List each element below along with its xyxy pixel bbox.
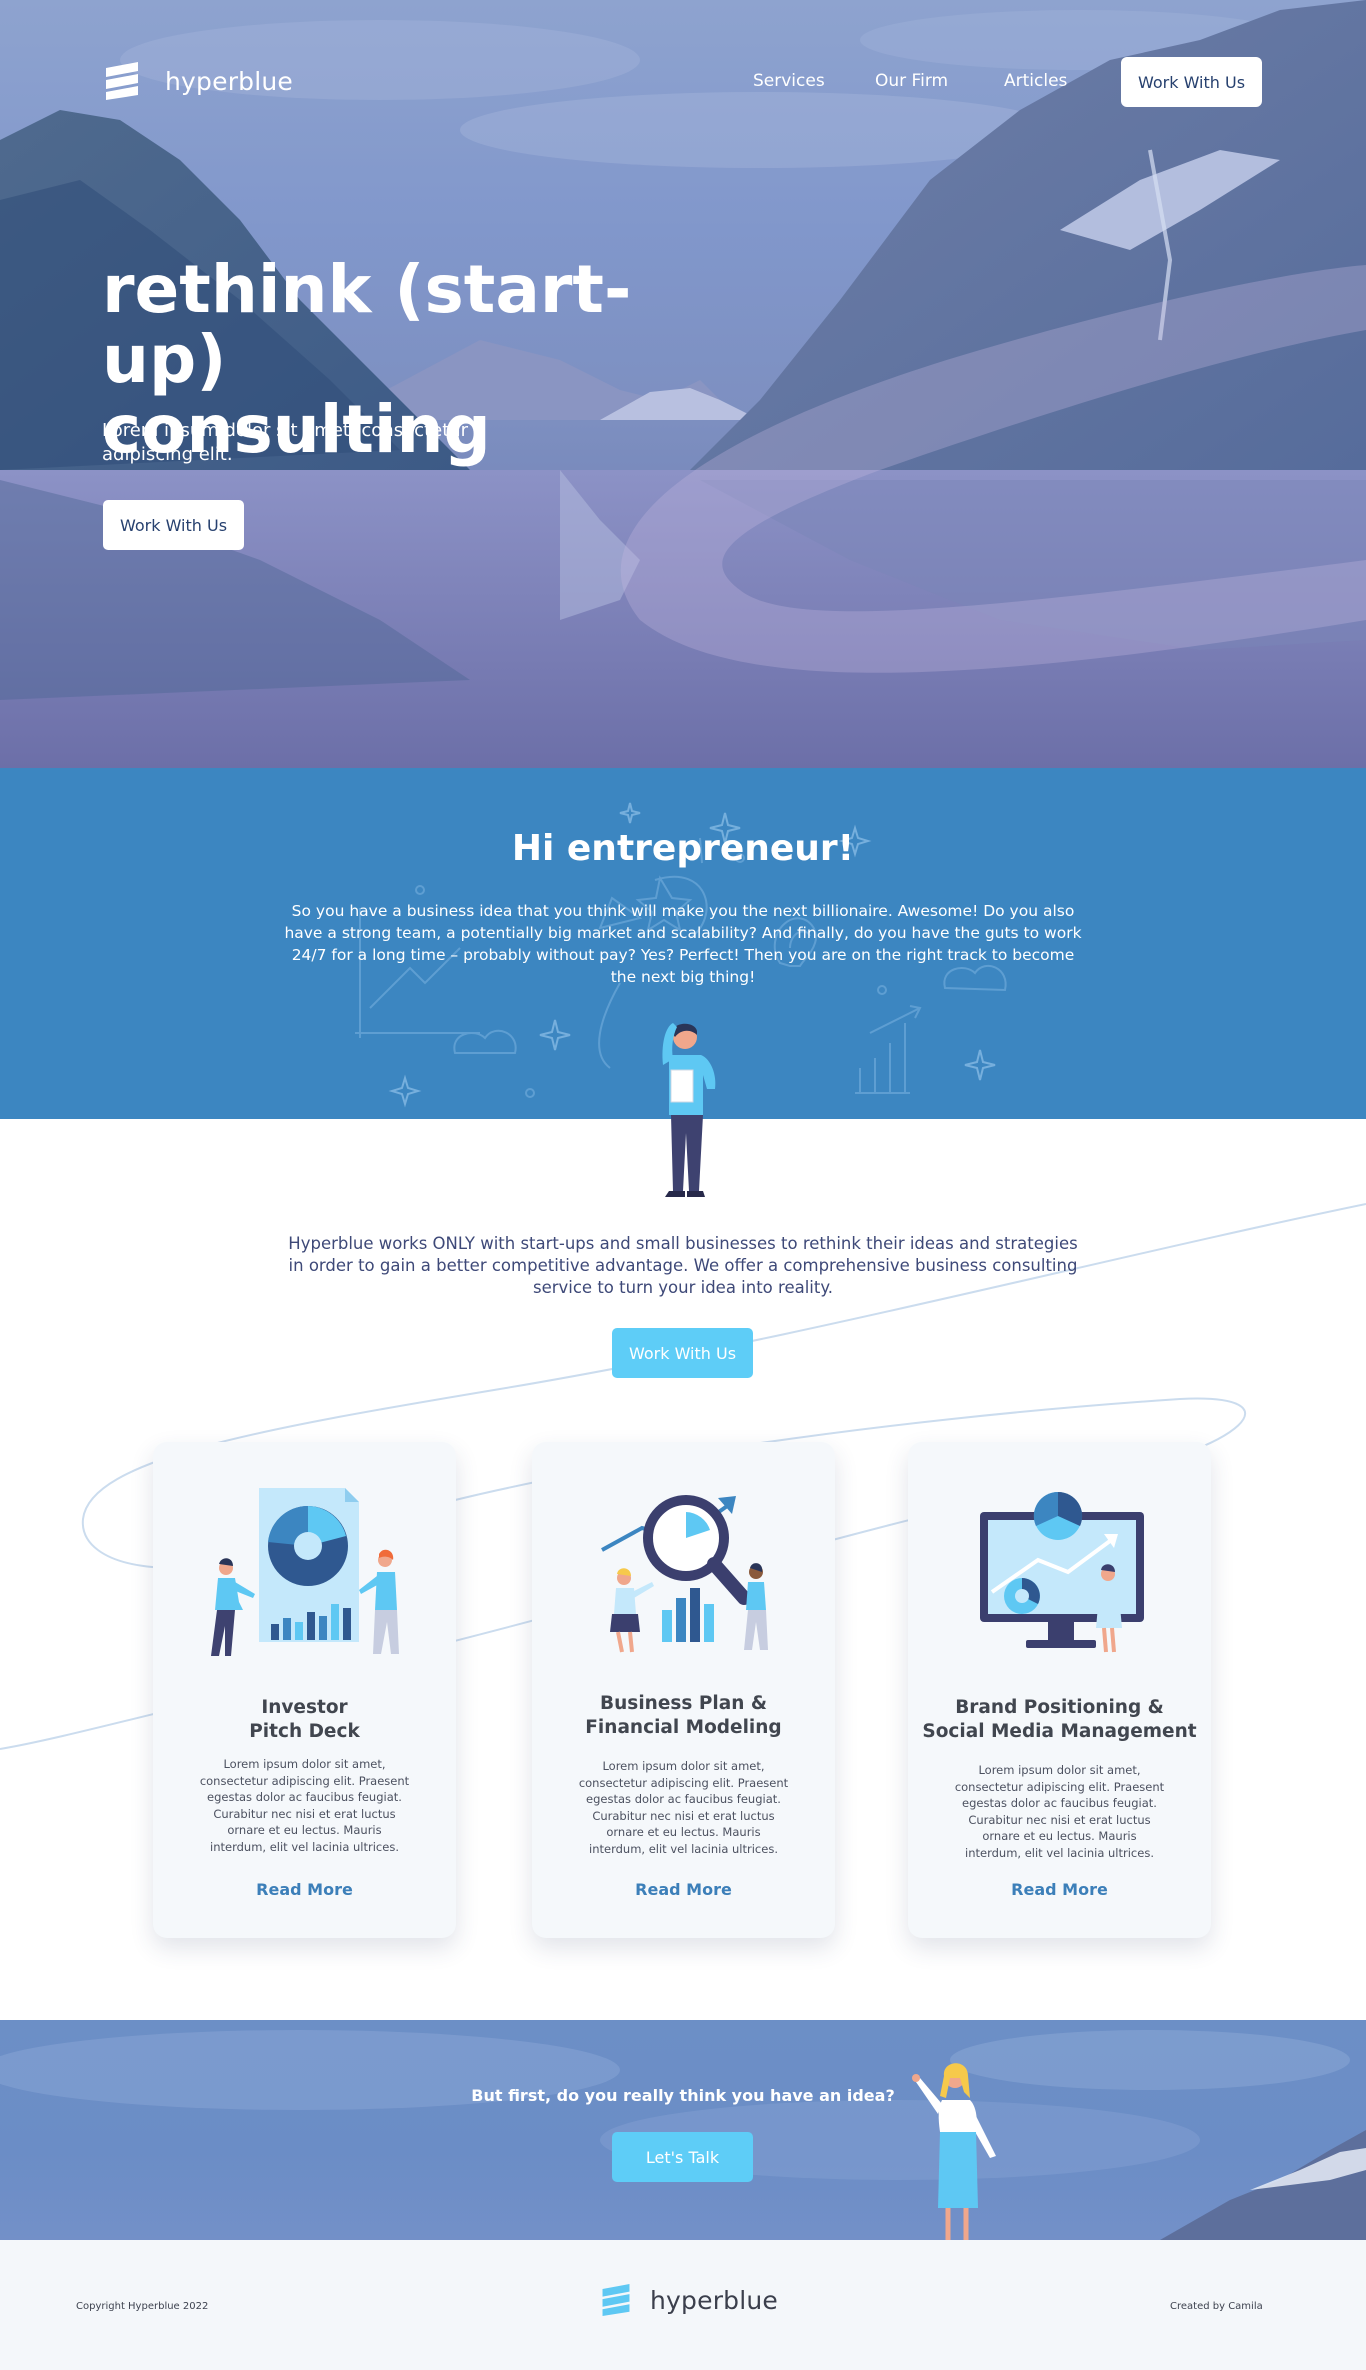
hero-work-with-us-button[interactable]: Work With Us	[103, 500, 244, 550]
card-title: Investor Pitch Deck	[153, 1696, 456, 1744]
nav-link-our-firm[interactable]: Our Firm	[875, 71, 948, 91]
card-title-line-2: Social Media Management	[922, 1721, 1197, 1742]
footer-brand-logo[interactable]: hyperblue	[600, 2284, 778, 2316]
service-card-investor-pitch-deck: Investor Pitch Deck Lorem ipsum dolor si…	[153, 1442, 456, 1938]
nav-link-articles[interactable]: Articles	[1004, 71, 1067, 91]
hero-section: hyperblue Services Our Firm Articles Wor…	[0, 0, 1366, 768]
nav-work-with-us-button[interactable]: Work With Us	[1121, 57, 1262, 107]
service-card-brand-positioning: Brand Positioning & Social Media Managem…	[908, 1442, 1211, 1938]
pitch-deck-illustration	[211, 1488, 399, 1656]
nav-link-services[interactable]: Services	[753, 71, 825, 91]
hero-title-line-1: rethink (start-up)	[102, 251, 632, 398]
top-navigation: hyperblue Services Our Firm Articles Wor…	[0, 0, 1366, 165]
footer-copyright: Copyright Hyperblue 2022	[76, 2301, 209, 2312]
read-more-link[interactable]: Read More	[532, 1880, 835, 1899]
intro-text: So you have a business idea that you thi…	[284, 902, 1082, 986]
cta-section: But first, do you really think you have …	[0, 2020, 1366, 2240]
about-text: Hyperblue works ONLY with start-ups and …	[288, 1234, 1078, 1297]
card-description: Lorem ipsum dolor sit amet, consectetur …	[578, 1759, 789, 1856]
footer-credit: Created by Camila	[1170, 2301, 1263, 2312]
service-card-business-plan: Business Plan & Financial Modeling Lorem…	[532, 1442, 835, 1938]
card-title-line-2: Pitch Deck	[249, 1721, 360, 1742]
intro-title: Hi entrepreneur!	[511, 828, 855, 869]
lets-talk-button[interactable]: Let's Talk	[612, 2132, 753, 2182]
hyperblue-logo-icon	[602, 2284, 630, 2316]
card-title: Business Plan & Financial Modeling	[532, 1692, 835, 1740]
card-title-line-2: Financial Modeling	[585, 1717, 782, 1738]
read-more-link[interactable]: Read More	[908, 1880, 1211, 1899]
hero-subtitle: Lorem ipsum dolor sit amet, consectetur …	[102, 420, 469, 465]
brand-positioning-illustration	[980, 1491, 1144, 1653]
card-title-line-1: Brand Positioning &	[955, 1697, 1164, 1718]
read-more-link[interactable]: Read More	[153, 1880, 456, 1899]
hyperblue-logo-icon	[106, 62, 138, 100]
woman-with-idea-illustration	[912, 2063, 996, 2254]
card-title-line-1: Investor	[261, 1697, 348, 1718]
about-work-with-us-button[interactable]: Work With Us	[612, 1328, 753, 1378]
cta-sky-background-image	[0, 2030, 1366, 2240]
footer-brand-name: hyperblue	[650, 2285, 779, 2315]
card-description: Lorem ipsum dolor sit amet, consectetur …	[199, 1757, 410, 1854]
card-description: Lorem ipsum dolor sit amet, consectetur …	[954, 1763, 1165, 1860]
card-title-line-1: Business Plan &	[600, 1693, 767, 1714]
brand-name: hyperblue	[165, 66, 294, 96]
business-plan-illustration	[601, 1495, 768, 1653]
cta-question: But first, do you really think you have …	[471, 2086, 895, 2105]
card-title: Brand Positioning & Social Media Managem…	[908, 1696, 1211, 1744]
footer: Copyright Hyperblue 2022 hyperblue Creat…	[0, 2240, 1366, 2370]
brand-logo[interactable]: hyperblue	[103, 62, 293, 100]
